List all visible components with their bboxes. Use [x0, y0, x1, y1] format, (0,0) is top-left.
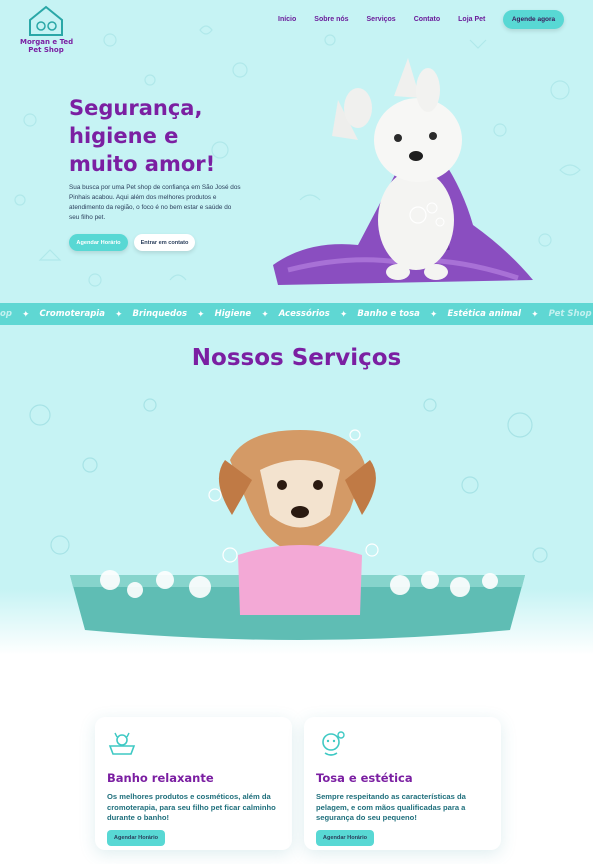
dog-bath-image	[29, 398, 548, 640]
nav-item-contato[interactable]: Contato	[414, 14, 440, 26]
service-card-banho: Banho relaxante Os melhores produtos e c…	[95, 717, 292, 850]
logo-subtitle: Pet Shop	[28, 46, 64, 54]
ticker-item: Cromoterapia	[39, 309, 105, 319]
westie-dog-towel-image	[273, 58, 533, 285]
page: Morgan e Ted Pet Shop Início Sobre nós S…	[0, 0, 593, 864]
ticker-item: Pet Shop	[548, 309, 592, 319]
ticker-item: Higiene	[214, 309, 252, 319]
logo-name: Morgan e Ted	[20, 38, 74, 46]
dog-grooming-icon	[322, 731, 345, 756]
hero-title-line: muito amor!	[69, 152, 216, 176]
service-card-tosa: Tosa e estética Sempre respeitando as ca…	[304, 717, 501, 850]
ticker-item: Banho e tosa	[357, 309, 420, 319]
sparkle-icon: ✦	[261, 308, 269, 319]
bathtub-dog-icon	[108, 732, 136, 755]
nav-item-inicio[interactable]: Início	[278, 14, 296, 26]
schedule-now-button[interactable]: Agende agora	[503, 10, 564, 29]
services-title: Nossos Serviços	[191, 345, 402, 371]
service-card-text: Os melhores produtos e cosméticos, além …	[107, 792, 276, 822]
ticker-item: op	[0, 309, 12, 319]
hero-schedule-button[interactable]: Agendar Horário	[69, 234, 128, 251]
nav-item-loja-pet[interactable]: Loja Pet	[458, 14, 485, 26]
ticker-item: Estética animal	[447, 309, 522, 319]
sparkle-icon: ✦	[531, 308, 539, 319]
hero-section: Morgan e Ted Pet Shop Início Sobre nós S…	[0, 0, 593, 303]
main-nav: Início Sobre nós Serviços Contato Loja P…	[278, 14, 503, 26]
brand-logo[interactable]: Morgan e Ted Pet Shop	[20, 4, 74, 64]
sparkle-icon: ✦	[114, 308, 123, 319]
doghouse-logo-icon	[29, 5, 63, 36]
hero-contact-button[interactable]: Entrar em contato	[134, 234, 195, 251]
hero-description: Sua busca por uma Pet shop de confiança …	[69, 184, 241, 221]
hero-title: Segurança, higiene e muito amor!	[69, 94, 239, 178]
service-card-schedule-button[interactable]: Agendar Horário	[316, 830, 374, 846]
service-card-title: Tosa e estética	[316, 771, 413, 785]
sparkle-icon: ✦	[197, 308, 205, 319]
service-card-text: Sempre respeitando as características da…	[316, 792, 466, 822]
hero-title-line: higiene e	[69, 124, 179, 148]
sparkle-icon: ✦	[21, 308, 30, 319]
nav-item-servicos[interactable]: Serviços	[367, 14, 396, 26]
sparkle-icon: ✦	[429, 308, 438, 319]
ticker-item: Brinquedos	[132, 309, 188, 319]
services-ticker: op ✦ Cromoterapia ✦ Brinquedos ✦ Higiene…	[0, 303, 593, 325]
sparkle-icon: ✦	[339, 308, 348, 319]
ticker-item: Acessórios	[278, 309, 330, 319]
hero-title-line: Segurança,	[69, 96, 203, 120]
service-card-title: Banho relaxante	[107, 771, 214, 785]
nav-item-sobre-nos[interactable]: Sobre nós	[314, 14, 348, 26]
services-section: Nossos Serviços	[0, 325, 593, 655]
service-card-schedule-button[interactable]: Agendar Horário	[107, 830, 165, 846]
